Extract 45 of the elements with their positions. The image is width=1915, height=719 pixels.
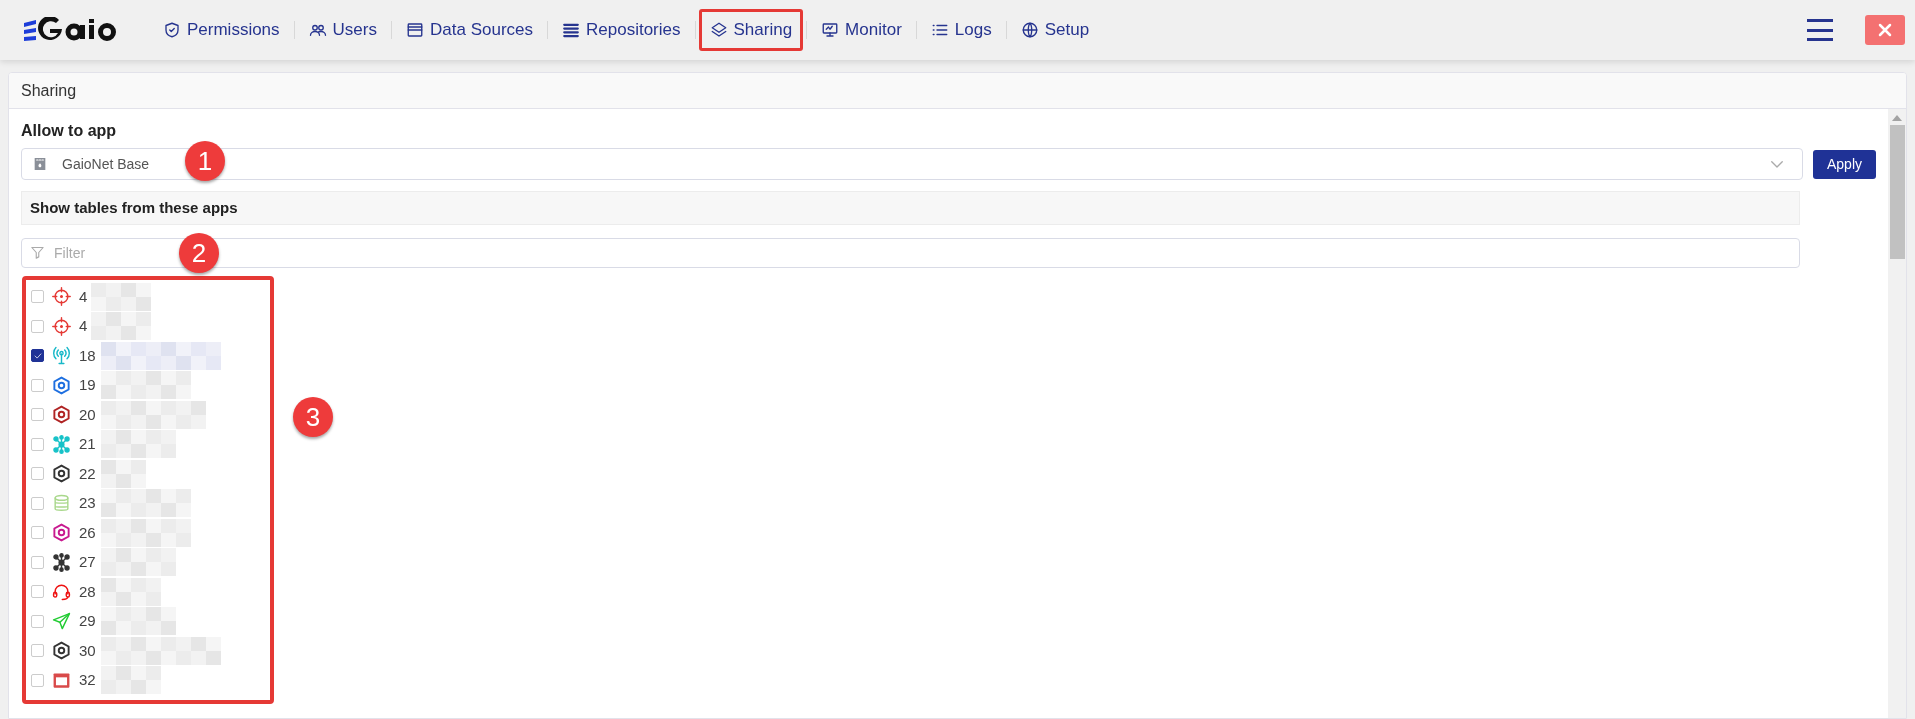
logo-icon (22, 17, 118, 43)
panel-title: Sharing (21, 80, 77, 101)
section-label: Allow to app (21, 121, 118, 141)
nav-tab[interactable]: Users (297, 9, 388, 51)
menu-button[interactable] (1807, 19, 1833, 41)
app-number: 19 (79, 375, 97, 395)
scrollbar[interactable] (1888, 109, 1906, 718)
filter-icon (30, 245, 45, 260)
shield-icon (163, 21, 181, 39)
close-button[interactable] (1865, 15, 1905, 45)
nav-tab[interactable]: Sharing (698, 9, 804, 51)
list-icon (562, 21, 580, 39)
step-marker: 3 (293, 397, 333, 437)
nav-tab[interactable]: Data Sources (395, 9, 544, 51)
app-number: 4 (79, 316, 89, 336)
table-icon (406, 21, 424, 39)
nav-tab[interactable]: Setup (1009, 9, 1101, 51)
nav-tab[interactable]: Repositories (551, 9, 692, 51)
app-number: 30 (79, 640, 97, 661)
step-marker: 1 (185, 141, 225, 181)
app-number: 4 (79, 286, 89, 307)
app-number: 21 (79, 434, 97, 454)
blurred-text-drawing (101, 577, 161, 606)
app-number: 18 (79, 345, 97, 366)
check-icon (32, 350, 43, 361)
apply-button[interactable]: Apply (1812, 149, 1876, 179)
checkbox[interactable] (31, 349, 44, 363)
app-icon (32, 156, 48, 172)
app-number: 27 (79, 552, 97, 572)
globe-icon (1020, 21, 1039, 39)
app-number: 32 (79, 670, 97, 690)
section-heading: Show tables from these apps (21, 191, 1800, 225)
app-number: 29 (79, 611, 97, 631)
app-number: 22 (79, 463, 97, 484)
app-number: 20 (79, 404, 97, 425)
app-number: 28 (79, 581, 97, 602)
nav-tab[interactable]: Permissions (152, 9, 291, 51)
nav-tab[interactable]: Logs (919, 9, 1003, 51)
monitor-icon (821, 21, 840, 39)
app-number: 23 (79, 493, 97, 513)
app-number: 26 (79, 522, 97, 543)
blurred-text-drawing (91, 282, 151, 311)
step-marker: 2 (179, 233, 219, 273)
layers-icon (709, 21, 728, 39)
nav-tab[interactable]: Monitor (810, 9, 913, 51)
